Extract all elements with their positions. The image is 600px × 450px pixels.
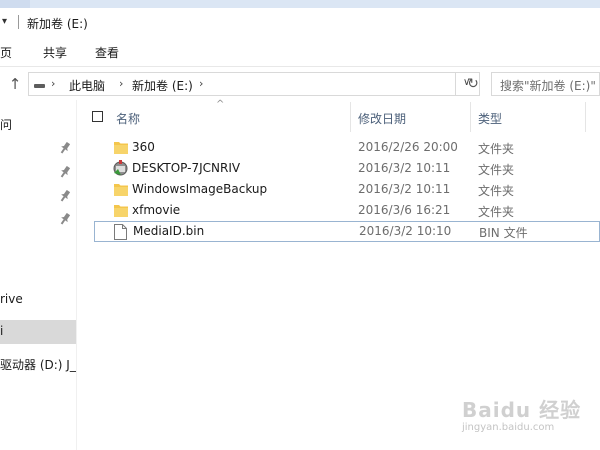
folder-icon [114, 142, 128, 154]
watermark-brand: Baidu 经验 [462, 398, 582, 422]
address-bar[interactable]: › 此电脑 › 新加卷 (E:) › [28, 72, 456, 96]
file-date: 2016/2/26 20:00 [358, 140, 458, 154]
tab-home[interactable]: 页 [0, 44, 12, 61]
breadcrumb-this-pc[interactable]: 此电脑 [69, 77, 105, 94]
title-bar: ▾ 新加卷 (E:) [0, 0, 600, 31]
search-placeholder: 搜索"新加卷 (E:)" [500, 79, 596, 93]
navigation-pane[interactable]: 问 rive i 驱动器 (D:) J_C [0, 100, 77, 450]
file-name: WindowsImageBackup [132, 182, 268, 196]
file-date: 2016/3/6 16:21 [358, 203, 451, 217]
window-top-edge [0, 0, 600, 8]
quick-access-dropdown-icon[interactable]: ▾ [2, 16, 7, 27]
ribbon-tabs: 页 共享 查看 [0, 36, 600, 62]
file-date: 2016/3/2 10:11 [358, 182, 451, 196]
column-divider[interactable] [470, 102, 471, 132]
refresh-icon[interactable]: ↻ [462, 72, 484, 96]
file-row[interactable]: WindowsImageBackup 2016/3/2 10:11 文件夹 [94, 179, 600, 200]
nav-item-quick-access[interactable]: 问 [0, 116, 12, 133]
pin-icon [60, 213, 70, 225]
folder-icon [114, 205, 128, 217]
file-type: 文件夹 [478, 205, 515, 219]
file-row[interactable]: DESKTOP-7JCNRIV 2016/3/2 10:11 文件夹 [94, 158, 600, 179]
ribbon-divider [0, 66, 600, 67]
file-icon [114, 224, 127, 240]
file-date: 2016/3/2 10:10 [359, 224, 452, 238]
column-name[interactable]: 名称 [116, 110, 140, 127]
folder-icon [114, 184, 128, 196]
nav-item-drive-d[interactable]: 驱动器 (D:) J_C [0, 356, 76, 373]
column-header: ^ 名称 修改日期 类型 [78, 99, 600, 132]
nav-item-this-pc[interactable]: i [0, 320, 76, 344]
window-title: 新加卷 (E:) [27, 17, 88, 31]
tab-share[interactable]: 共享 [43, 44, 67, 61]
file-type: BIN 文件 [479, 226, 528, 240]
column-date-modified[interactable]: 修改日期 [358, 110, 406, 127]
breadcrumb-chevron-icon[interactable]: › [119, 77, 123, 90]
up-arrow-icon[interactable]: ↑ [6, 75, 24, 93]
file-row[interactable]: xfmovie 2016/3/6 16:21 文件夹 [94, 200, 600, 221]
file-date: 2016/3/2 10:11 [358, 161, 451, 175]
select-all-checkbox[interactable] [92, 111, 103, 122]
column-type[interactable]: 类型 [478, 110, 502, 127]
search-input[interactable]: 搜索"新加卷 (E:)" [491, 72, 600, 96]
tab-view[interactable]: 查看 [95, 44, 119, 61]
file-type: 文件夹 [478, 163, 515, 177]
file-name: MediaID.bin [133, 224, 205, 238]
file-row[interactable]: 360 2016/2/26 20:00 文件夹 [94, 137, 600, 158]
pin-icon [60, 190, 70, 202]
column-divider[interactable] [585, 102, 586, 132]
nav-item-onedrive[interactable]: rive [0, 292, 23, 306]
file-type: 文件夹 [478, 142, 515, 156]
network-folder-icon [113, 160, 128, 176]
watermark-url: jingyan.baidu.com [462, 422, 555, 433]
file-type: 文件夹 [478, 184, 515, 198]
file-name: xfmovie [132, 203, 181, 217]
pin-icon [60, 142, 70, 154]
baidu-watermark: Baidu 经验 jingyan.baidu.com [462, 394, 592, 438]
breadcrumb-chevron-icon[interactable]: › [199, 77, 203, 90]
file-name: DESKTOP-7JCNRIV [132, 161, 241, 175]
file-row-selected[interactable]: MediaID.bin 2016/3/2 10:10 BIN 文件 [94, 221, 600, 242]
column-divider[interactable] [350, 102, 351, 132]
breadcrumb-chevron-icon[interactable]: › [51, 77, 55, 90]
pin-icon [60, 166, 70, 178]
title-separator [18, 15, 19, 29]
nav-item-this-pc-label: i [0, 324, 4, 338]
breadcrumb-current-drive[interactable]: 新加卷 (E:) [132, 77, 193, 94]
file-name: 360 [132, 140, 155, 154]
drive-icon [34, 84, 45, 88]
sort-ascending-icon: ^ [216, 99, 225, 110]
